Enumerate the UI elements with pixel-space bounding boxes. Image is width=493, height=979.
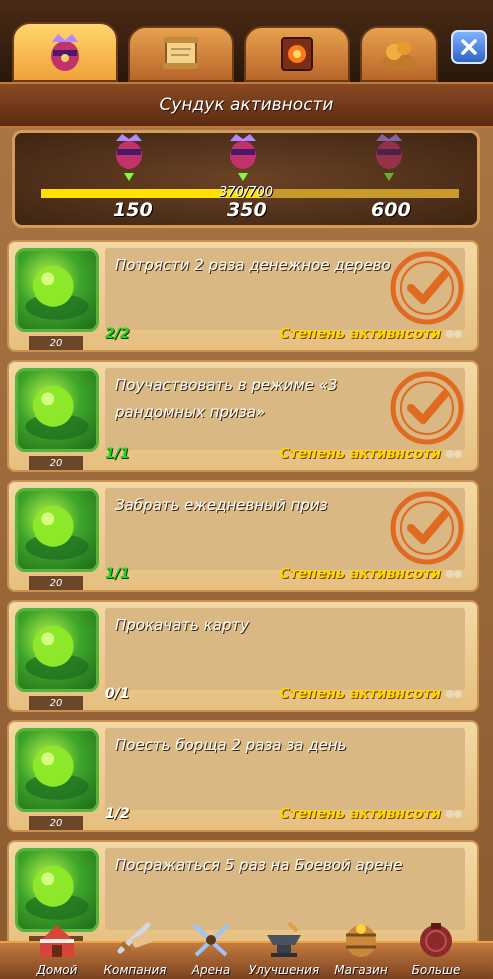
activity-points-icon bbox=[446, 690, 462, 698]
nav-label: Больше bbox=[411, 963, 461, 977]
quest-item[interactable]: 20 Поесть борща 2 раза за день 1/2 Степень … bbox=[7, 720, 479, 832]
chest-icon bbox=[51, 34, 79, 71]
page-title: Сундук активности bbox=[0, 82, 493, 128]
orb-icon bbox=[25, 385, 89, 440]
quest-reward-icon bbox=[15, 608, 99, 692]
top-tab-bar bbox=[0, 0, 493, 82]
orb-icon bbox=[25, 505, 89, 560]
threshold-350: 350 bbox=[227, 199, 267, 221]
house-icon bbox=[40, 925, 74, 957]
chest-reward-350[interactable] bbox=[221, 133, 265, 185]
quest-reward-amount: 20 bbox=[29, 576, 83, 590]
quest-reward-amount: 20 bbox=[29, 696, 83, 710]
quest-progress-count: 1/1 bbox=[105, 446, 130, 462]
quest-activity-label: Степень активнсоти bbox=[279, 446, 441, 462]
quest-item[interactable]: 20 Поучаствовать в режиме «3 рандомных пр… bbox=[7, 360, 479, 472]
tab-scroll[interactable] bbox=[128, 26, 234, 82]
barrel-icon bbox=[346, 924, 376, 957]
quest-description: Прокачать карту bbox=[115, 616, 250, 634]
quest-description: Потрясти 2 раза денежное дерево bbox=[115, 256, 391, 274]
activity-points-icon bbox=[446, 810, 462, 818]
quest-item[interactable]: 20 Забрать ежедневный приз 1/1 Степень акти… bbox=[7, 480, 479, 592]
close-button[interactable] bbox=[451, 30, 487, 64]
activity-progress: 370/700 150 350 600 bbox=[12, 130, 480, 228]
chest-reward-600[interactable] bbox=[367, 133, 411, 185]
nav-label: Арена bbox=[191, 963, 231, 977]
activity-points-icon bbox=[446, 570, 462, 578]
quest-reward-amount: 20 bbox=[29, 336, 83, 350]
nav-item[interactable]: Арена bbox=[172, 919, 250, 979]
quest-activity-label: Степень активнсоти bbox=[279, 566, 441, 582]
orb-icon bbox=[25, 865, 89, 920]
threshold-150: 150 bbox=[113, 199, 153, 221]
completed-check-icon bbox=[390, 251, 464, 325]
quest-reward-icon bbox=[15, 728, 99, 812]
quest-progress-count: 1/2 bbox=[105, 806, 130, 822]
quest-item[interactable]: 20 Потрясти 2 раза денежное дерево 2/2 Степ… bbox=[7, 240, 479, 352]
tab-treasure[interactable] bbox=[360, 26, 438, 82]
quest-item[interactable]: 20 Прокачать карту 0/1 Степень активнсоти bbox=[7, 600, 479, 712]
quest-reward-icon bbox=[15, 488, 99, 572]
bottom-nav: Домой Компания Арена Улучшения Магазин Больше bbox=[0, 919, 493, 979]
quest-description: Забрать ежедневный приз bbox=[115, 496, 328, 514]
nav-label: Компания bbox=[103, 963, 167, 977]
activity-points-icon bbox=[446, 450, 462, 458]
completed-check-icon bbox=[390, 491, 464, 565]
close-icon bbox=[461, 39, 477, 55]
quest-description: Посражаться 5 раз на Боевой арене bbox=[115, 856, 403, 874]
quest-activity-label: Степень активнсоти bbox=[279, 326, 441, 342]
quest-progress-count: 2/2 bbox=[105, 326, 130, 342]
nav-label: Улучшения bbox=[248, 963, 320, 977]
chest-reward-150[interactable] bbox=[107, 133, 151, 185]
scroll-icon bbox=[163, 37, 199, 69]
nav-item[interactable]: Магазин bbox=[322, 919, 400, 979]
orb-icon bbox=[25, 625, 89, 680]
book-icon bbox=[281, 37, 313, 71]
tab-activity-chest[interactable] bbox=[12, 22, 118, 82]
nav-label: Магазин bbox=[334, 963, 388, 977]
progress-text: 370/700 bbox=[218, 185, 273, 200]
quest-activity-label: Степень активнсоти bbox=[279, 806, 441, 822]
nav-label: Домой bbox=[36, 963, 78, 977]
nav-item[interactable]: Домой bbox=[18, 919, 96, 979]
quest-reward-amount: 20 bbox=[29, 816, 83, 830]
quest-description: Поучаствовать в режиме «3 рандомных приз… bbox=[115, 376, 338, 421]
threshold-600: 600 bbox=[371, 199, 411, 221]
nav-item[interactable]: Компания bbox=[96, 919, 174, 979]
nav-item[interactable]: Больше bbox=[397, 919, 475, 979]
quest-progress-count: 0/1 bbox=[105, 686, 130, 702]
treasure-icon bbox=[382, 41, 416, 70]
quest-activity-label: Степень активнсоти bbox=[279, 686, 441, 702]
quest-progress-count: 1/1 bbox=[105, 566, 130, 582]
quest-reward-icon bbox=[15, 248, 99, 332]
nav-item[interactable]: Улучшения bbox=[245, 919, 323, 979]
orb-icon bbox=[25, 745, 89, 800]
bag-icon bbox=[420, 923, 452, 957]
activity-points-icon bbox=[446, 330, 462, 338]
completed-check-icon bbox=[390, 371, 464, 445]
quest-reward-icon bbox=[15, 368, 99, 452]
crossed-swords-icon bbox=[192, 923, 230, 957]
orb-icon bbox=[25, 265, 89, 320]
quest-description: Поесть борща 2 раза за день bbox=[115, 736, 347, 754]
sword-icon bbox=[117, 922, 155, 954]
anvil-icon bbox=[267, 921, 301, 957]
tab-book[interactable] bbox=[244, 26, 350, 82]
quest-reward-amount: 20 bbox=[29, 456, 83, 470]
